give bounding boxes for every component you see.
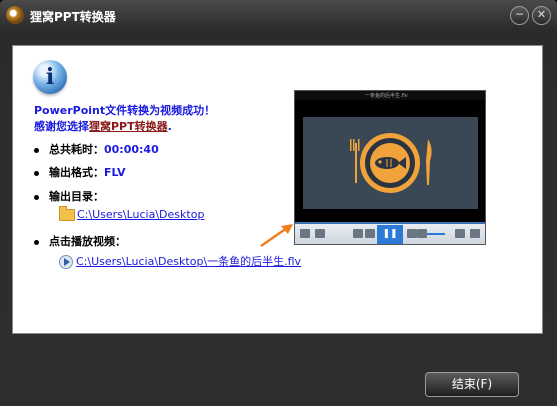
- finish-button[interactable]: 结束(F): [425, 372, 519, 397]
- elapsed-row: 总共耗时：00:00:40: [34, 141, 159, 157]
- play-video-label: 点击播放视频：: [49, 235, 126, 248]
- success-message: PowerPoint文件转换为视频成功！: [34, 104, 216, 117]
- folder-icon: [59, 206, 75, 221]
- play-video-row: 点击播放视频：: [34, 233, 126, 249]
- format-row: 输出格式：FLV: [34, 164, 126, 180]
- video-preview[interactable]: 一条鱼的后半生.flv ❚❚: [294, 90, 486, 245]
- stop-icon[interactable]: [353, 229, 363, 238]
- info-icon: i: [33, 60, 67, 94]
- arrow-icon: [260, 224, 293, 248]
- screenshot-icon[interactable]: [300, 229, 310, 238]
- pause-button[interactable]: ❚❚: [377, 225, 403, 244]
- thanks-message: 感谢您选择狸窝PPT转换器.: [34, 118, 172, 134]
- settings-icon[interactable]: [455, 229, 465, 238]
- fish-plate-illustration: [350, 133, 432, 193]
- player-title-bar: 一条鱼的后半生.flv: [295, 91, 485, 100]
- minimize-button[interactable]: ─: [510, 6, 529, 25]
- output-dir-link-row[interactable]: C:\Users\Lucia\Desktop: [59, 206, 204, 221]
- next-icon[interactable]: [407, 229, 417, 238]
- format-value: FLV: [104, 166, 126, 179]
- product-link[interactable]: 狸窝PPT转换器: [89, 120, 168, 133]
- content-panel: i PowerPoint文件转换为视频成功！ 感谢您选择狸窝PPT转换器. 总共…: [12, 45, 543, 334]
- video-file-link[interactable]: C:\Users\Lucia\Desktop\一条鱼的后半生.flv: [76, 255, 301, 268]
- bullet-icon: [34, 194, 39, 200]
- bullet-icon: [34, 239, 39, 245]
- elapsed-value: 00:00:40: [104, 143, 159, 156]
- output-dir-label: 输出目录：: [49, 190, 104, 203]
- title-bar[interactable]: 狸窝PPT转换器 ─ ✕: [0, 0, 557, 34]
- volume-slider[interactable]: [427, 233, 445, 235]
- window-title: 狸窝PPT转换器: [30, 10, 116, 24]
- volume-icon[interactable]: [417, 229, 427, 238]
- play-icon: [59, 255, 73, 269]
- player-screen: [295, 100, 485, 224]
- output-dir-row: 输出目录：: [34, 188, 104, 204]
- app-window: 狸窝PPT转换器 ─ ✕ i PowerPoint文件转换为视频成功！ 感谢您选…: [0, 0, 557, 406]
- elapsed-label: 总共耗时：: [49, 143, 104, 156]
- player-title: 一条鱼的后半生.flv: [365, 93, 408, 99]
- app-logo-icon: [6, 6, 24, 24]
- video-link-row[interactable]: C:\Users\Lucia\Desktop\一条鱼的后半生.flv: [59, 253, 301, 269]
- video-frame: [303, 117, 478, 209]
- thanks-suffix: .: [167, 120, 172, 133]
- format-label: 输出格式：: [49, 166, 104, 179]
- bullet-icon: [34, 170, 39, 176]
- output-dir-link[interactable]: C:\Users\Lucia\Desktop: [77, 208, 204, 221]
- bullet-icon: [34, 147, 39, 153]
- close-button[interactable]: ✕: [532, 6, 551, 25]
- prev-icon[interactable]: [365, 229, 375, 238]
- thanks-prefix: 感谢您选择: [34, 120, 89, 133]
- eye-icon[interactable]: [315, 229, 325, 238]
- fullscreen-icon[interactable]: [470, 229, 480, 238]
